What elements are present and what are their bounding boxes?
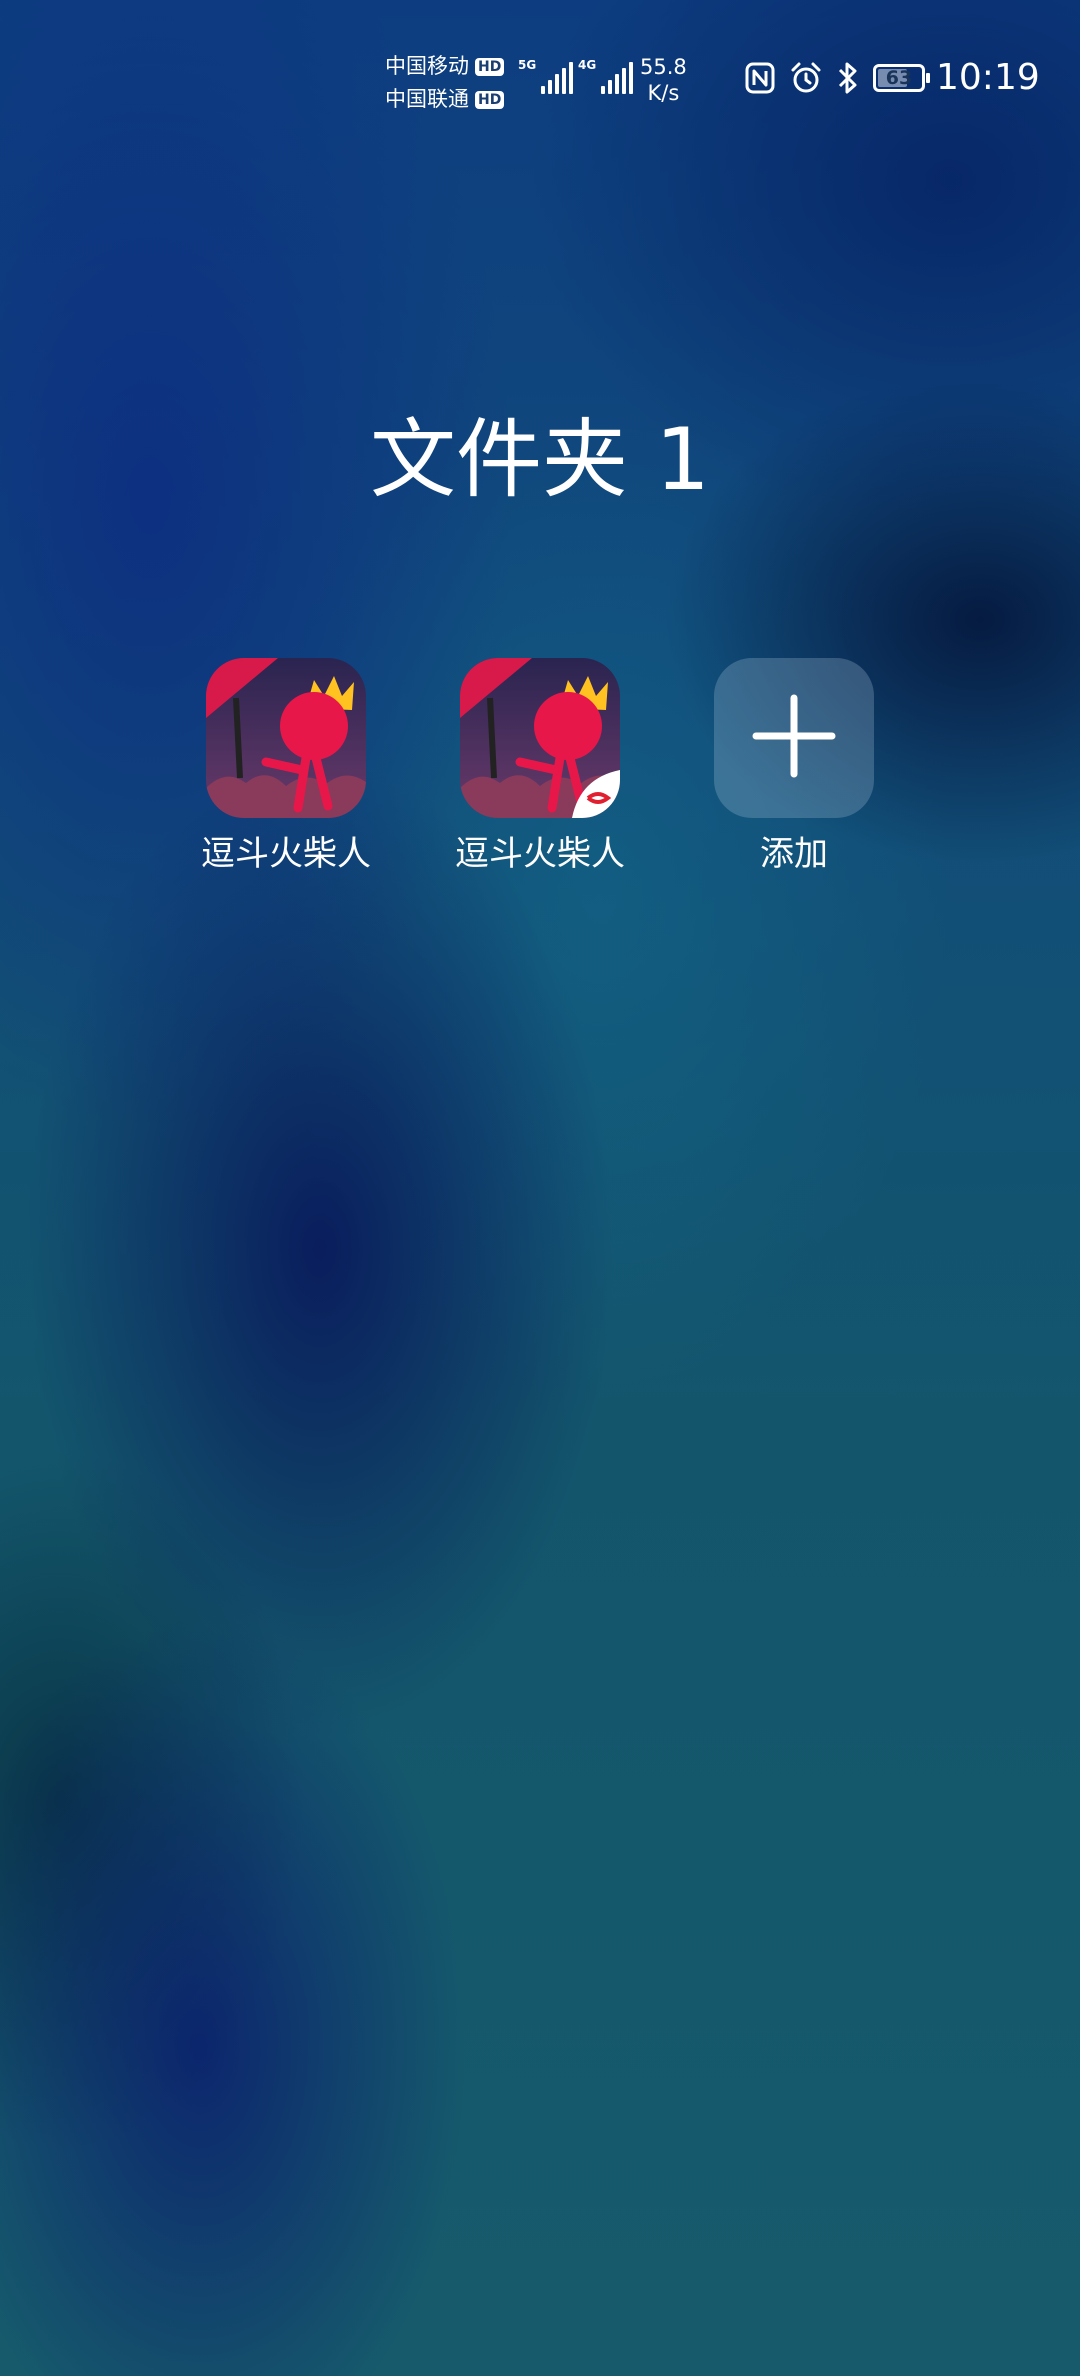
battery-icon: 63 — [873, 64, 930, 92]
bluetooth-icon — [837, 61, 859, 95]
stickman-game-netease-icon[interactable] — [460, 658, 620, 818]
add-app-button[interactable]: 添加 — [699, 658, 889, 876]
stickman-game-icon[interactable] — [206, 658, 366, 818]
carrier-2-label: 中国联通 — [385, 87, 469, 111]
hd-badge: HD — [475, 90, 505, 109]
folder-title[interactable]: 文件夹 1 — [0, 408, 1080, 512]
carrier-info: 中国移动 HD 中国联通 HD — [385, 50, 505, 116]
signal-4g-tag: 4G — [578, 58, 597, 72]
signal-5g-icon: 5G — [518, 58, 574, 94]
app-label: 逗斗火柴人 — [455, 834, 625, 874]
status-bar: 中国移动 HD 中国联通 HD 5G 4G 55.8 K/s 63 10:19 — [0, 0, 1080, 150]
network-speed-unit: K/s — [647, 81, 680, 105]
hd-badge: HD — [475, 57, 505, 76]
plus-icon — [752, 694, 836, 782]
battery-level: 63 — [885, 67, 913, 89]
network-speed-value: 55.8 — [640, 55, 687, 79]
app-stickman-2[interactable]: 逗斗火柴人 — [445, 658, 635, 876]
network-speed: 55.8 K/s — [640, 54, 687, 106]
app-stickman-1[interactable]: 逗斗火柴人 — [191, 658, 381, 876]
wallpaper — [0, 0, 1080, 2376]
carrier-1-label: 中国移动 — [385, 54, 469, 78]
nfc-icon — [745, 62, 775, 94]
add-label: 添加 — [760, 834, 828, 874]
alarm-icon — [789, 61, 823, 95]
status-icons: 63 — [745, 58, 930, 98]
app-label: 逗斗火柴人 — [201, 834, 371, 874]
signal-4g-icon: 4G — [578, 58, 634, 94]
add-tile[interactable] — [714, 658, 874, 818]
clock: 10:19 — [936, 57, 1040, 98]
signal-5g-tag: 5G — [518, 58, 537, 72]
